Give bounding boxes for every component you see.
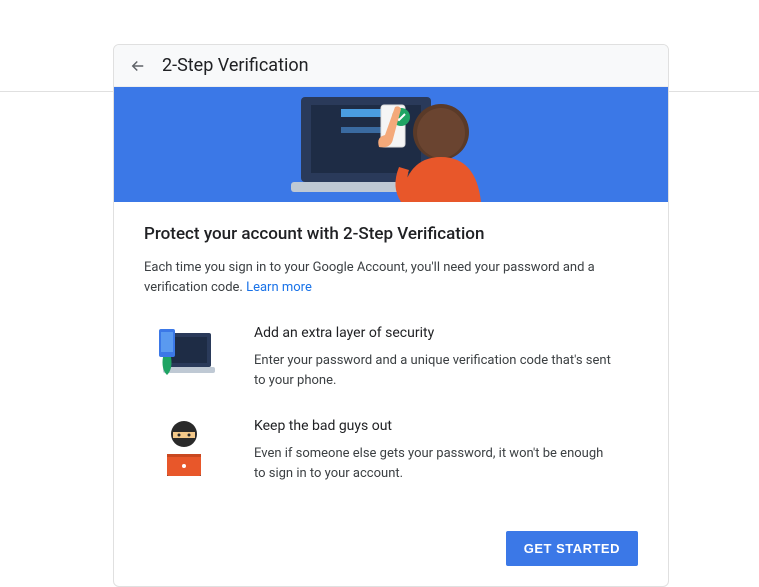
main-title: Protect your account with 2-Step Verific… [144,224,638,244]
feature-badguys-title: Keep the bad guys out [254,418,618,434]
get-started-button[interactable]: GET STARTED [506,531,638,566]
main-description: Each time you sign in to your Google Acc… [144,258,638,297]
footer-actions: GET STARTED [144,511,638,566]
hero-illustration [114,87,668,202]
feature-badguys-desc: Even if someone else gets your password,… [254,444,618,483]
back-arrow-icon[interactable] [128,56,148,76]
phone-laptop-icon [144,325,224,377]
features-list: Add an extra layer of security Enter you… [144,325,638,483]
feature-security-text: Add an extra layer of security Enter you… [224,325,638,390]
learn-more-link[interactable]: Learn more [246,280,312,295]
header-bar: 2-Step Verification [114,45,668,87]
description-text: Each time you sign in to your Google Acc… [144,260,595,295]
feature-security: Add an extra layer of security Enter you… [144,325,638,390]
feature-security-title: Add an extra layer of security [254,325,618,341]
feature-security-desc: Enter your password and a unique verific… [254,351,618,390]
content-area: Protect your account with 2-Step Verific… [114,202,668,586]
feature-badguys-text: Keep the bad guys out Even if someone el… [224,418,638,483]
feature-badguys: Keep the bad guys out Even if someone el… [144,418,638,483]
two-step-card: 2-Step Verification Protect your account… [113,44,669,587]
thief-icon [144,418,224,476]
page-title: 2-Step Verification [162,55,309,76]
